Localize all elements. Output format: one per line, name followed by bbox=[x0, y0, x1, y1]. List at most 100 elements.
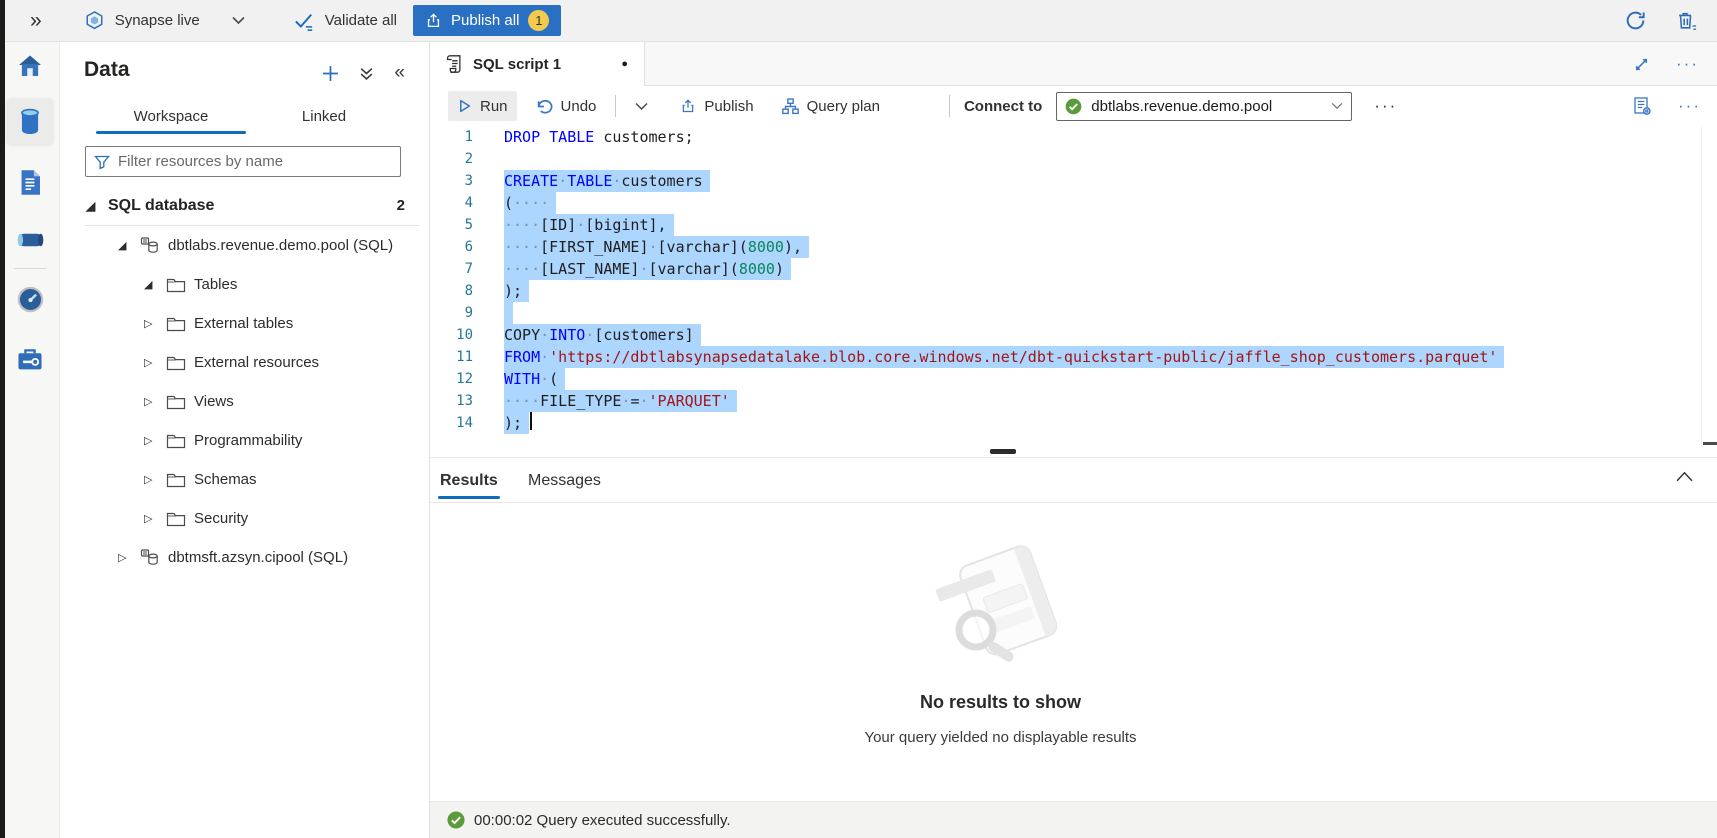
code-text: ); bbox=[504, 412, 529, 434]
code-line-11[interactable]: 11FROM·'https://dbtlabsynapsedatalake.bl… bbox=[430, 346, 1717, 368]
tab-messages[interactable]: Messages bbox=[528, 458, 601, 503]
publish-all-button[interactable]: Publish all 1 bbox=[413, 5, 561, 36]
sql-code-editor[interactable]: 1DROP TABLE customers;23CREATE·TABLE·cus… bbox=[430, 126, 1717, 447]
expand-caret-icon[interactable]: ▷ bbox=[144, 512, 166, 525]
tree-item-views[interactable]: ▷Views bbox=[60, 382, 429, 421]
code-line-9[interactable]: 9 bbox=[430, 302, 1717, 324]
nav-develop-icon[interactable] bbox=[7, 159, 53, 205]
chevron-down-icon[interactable] bbox=[232, 16, 245, 25]
nav-home-icon[interactable] bbox=[7, 43, 53, 89]
folder-icon bbox=[166, 472, 194, 488]
nav-monitor-icon[interactable] bbox=[7, 276, 53, 322]
nav-integrate-icon[interactable] bbox=[7, 217, 53, 263]
pool-icon bbox=[140, 548, 168, 567]
splitter-drag-handle[interactable] bbox=[990, 449, 1016, 454]
code-line-7[interactable]: 7····[LAST_NAME]·[varchar](8000) bbox=[430, 258, 1717, 280]
rail-divider bbox=[14, 268, 46, 269]
results-header: Results Messages bbox=[430, 457, 1717, 503]
collapse-all-icon[interactable] bbox=[359, 66, 374, 81]
run-button[interactable]: Run bbox=[448, 91, 517, 121]
code-line-13[interactable]: 13····FILE_TYPE·=·'PARQUET' bbox=[430, 390, 1717, 412]
collapse-caret-icon[interactable]: ◢ bbox=[118, 239, 140, 252]
discard-all-button[interactable] bbox=[1675, 9, 1697, 32]
folder-icon bbox=[166, 355, 194, 371]
publish-count-badge: 1 bbox=[528, 10, 549, 31]
pool-icon bbox=[140, 236, 168, 255]
tree-item-external-resources[interactable]: ▷External resources bbox=[60, 343, 429, 382]
status-message: 00:00:02 Query executed successfully. bbox=[474, 812, 731, 829]
connection-name: dbtlabs.revenue.demo.pool bbox=[1091, 98, 1322, 115]
query-plan-button[interactable]: Query plan bbox=[773, 91, 889, 121]
chevron-down-icon bbox=[1331, 102, 1343, 110]
tree-item-sql-database[interactable]: ◢SQL database2 bbox=[60, 186, 429, 225]
tree-item-tables[interactable]: ◢ Tables bbox=[60, 265, 429, 304]
connect-more-button[interactable]: ··· bbox=[1374, 96, 1397, 116]
expand-caret-icon[interactable]: ▷ bbox=[118, 551, 140, 564]
add-resource-button[interactable] bbox=[322, 65, 339, 82]
tree-item-dbtlabs-revenue-demo-pool-sql[interactable]: ◢ dbtlabs.revenue.demo.pool (SQL) bbox=[60, 226, 429, 265]
tab-results[interactable]: Results bbox=[438, 458, 500, 503]
properties-icon[interactable] bbox=[1632, 96, 1652, 116]
tree-item-dbtmsft-azsyn-cipool-sql[interactable]: ▷dbtmsft.azsyn.cipool (SQL) bbox=[60, 538, 429, 577]
run-options-chevron[interactable] bbox=[626, 91, 657, 121]
validate-all-button[interactable]: Validate all bbox=[293, 11, 397, 31]
code-line-6[interactable]: 6····[FIRST_NAME]·[varchar](8000), bbox=[430, 236, 1717, 258]
code-line-3[interactable]: 3CREATE·TABLE·customers bbox=[430, 170, 1717, 192]
code-line-2[interactable]: 2 bbox=[430, 148, 1717, 170]
expand-caret-icon[interactable]: ▷ bbox=[144, 356, 166, 369]
query-status-bar: 00:00:02 Query executed successfully. bbox=[430, 801, 1717, 838]
code-line-8[interactable]: 8); bbox=[430, 280, 1717, 302]
code-line-14[interactable]: 14); bbox=[430, 412, 1717, 434]
nav-data-icon[interactable] bbox=[7, 99, 53, 145]
synapse-studio-app: » Synapse live Validate all Publish all … bbox=[0, 0, 1717, 838]
unsaved-indicator-dot: ● bbox=[621, 58, 628, 70]
code-line-12[interactable]: 12WITH·( bbox=[430, 368, 1717, 390]
code-text: ····[FIRST_NAME]·[varchar](8000), bbox=[504, 236, 809, 258]
tree-item-security[interactable]: ▷Security bbox=[60, 499, 429, 538]
environment-label: Synapse live bbox=[115, 12, 200, 29]
tree-item-label: dbtlabs.revenue.demo.pool (SQL) bbox=[168, 237, 393, 254]
connection-dropdown[interactable]: dbtlabs.revenue.demo.pool bbox=[1056, 92, 1352, 121]
tree-item-label: Tables bbox=[194, 276, 237, 293]
code-text: CREATE·TABLE·customers bbox=[504, 170, 710, 192]
tab-title: SQL script 1 bbox=[473, 56, 561, 73]
expand-caret-icon[interactable]: ▷ bbox=[144, 473, 166, 486]
toolbar-separator bbox=[949, 95, 950, 117]
cursor-position-mark bbox=[1703, 442, 1717, 445]
nav-manage-icon[interactable] bbox=[7, 336, 53, 382]
collapse-caret-icon[interactable]: ◢ bbox=[144, 278, 166, 291]
folder-icon bbox=[166, 394, 194, 410]
tree-item-schemas[interactable]: ▷ Schemas bbox=[60, 460, 429, 499]
tree-item-label: Schemas bbox=[194, 471, 257, 488]
line-number: 1 bbox=[430, 126, 504, 148]
collapse-results-chevron[interactable] bbox=[1676, 470, 1693, 485]
collapse-panel-icon[interactable]: « bbox=[394, 62, 405, 84]
code-text: ····[LAST_NAME]·[varchar](8000) bbox=[504, 258, 791, 280]
line-number: 11 bbox=[430, 346, 504, 368]
tree-item-external-tables[interactable]: ▷External tables bbox=[60, 304, 429, 343]
refresh-button[interactable] bbox=[1624, 9, 1647, 32]
collapse-caret-icon[interactable]: ◢ bbox=[86, 199, 108, 213]
tree-item-programmability[interactable]: ▷Programmability bbox=[60, 421, 429, 460]
tab-sql-script-1[interactable]: SQL script 1 ● bbox=[430, 42, 645, 86]
undo-button[interactable]: Undo bbox=[527, 91, 606, 121]
code-line-10[interactable]: 10COPY·INTO·[customers] bbox=[430, 324, 1717, 346]
environment-selector[interactable]: Synapse live bbox=[84, 10, 245, 31]
code-text: DROP TABLE customers; bbox=[504, 126, 694, 148]
code-line-1[interactable]: 1DROP TABLE customers; bbox=[430, 126, 1717, 148]
expand-caret-icon[interactable]: ▷ bbox=[144, 317, 166, 330]
expand-caret-icon[interactable]: ▷ bbox=[144, 395, 166, 408]
filter-resources-input[interactable] bbox=[118, 153, 392, 170]
results-splitter[interactable] bbox=[430, 447, 1717, 457]
tab-workspace[interactable]: Workspace bbox=[96, 99, 246, 134]
tab-linked[interactable]: Linked bbox=[264, 99, 384, 134]
code-line-5[interactable]: 5····[ID]·[bigint], bbox=[430, 214, 1717, 236]
editor-overview-ruler[interactable] bbox=[1701, 126, 1717, 447]
expand-menu-button[interactable]: » bbox=[30, 10, 42, 31]
toolbar-more-button[interactable]: ··· bbox=[1678, 96, 1701, 116]
tab-more-button[interactable]: ··· bbox=[1676, 54, 1699, 74]
code-line-4[interactable]: 4(···· bbox=[430, 192, 1717, 214]
expand-editor-icon[interactable] bbox=[1633, 56, 1650, 73]
publish-button[interactable]: Publish bbox=[671, 91, 762, 121]
expand-caret-icon[interactable]: ▷ bbox=[144, 434, 166, 447]
